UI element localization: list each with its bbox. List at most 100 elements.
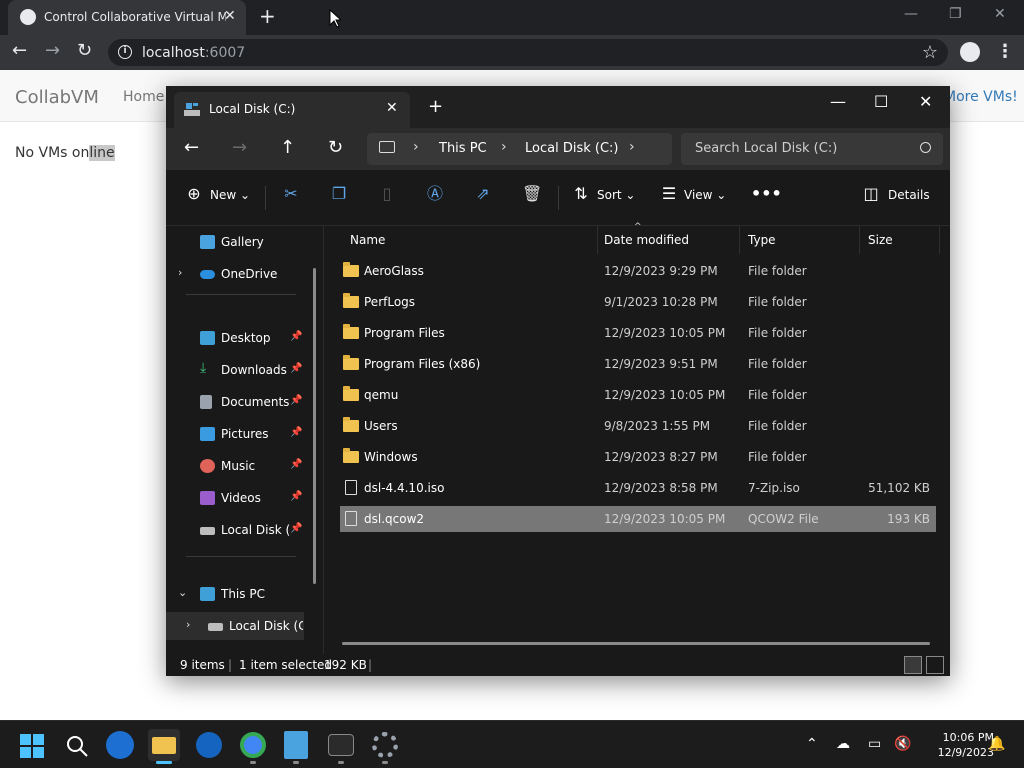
- search-icon[interactable]: [65, 734, 89, 758]
- sidebar-item-pictures[interactable]: Pictures 📌: [166, 420, 316, 448]
- reload-icon[interactable]: ↻: [77, 41, 92, 61]
- sidebar-item-this-pc[interactable]: ⌄ This PC: [166, 580, 316, 608]
- close-window-button[interactable]: ✕: [994, 6, 1006, 22]
- taskbar-clock[interactable]: 10:06 PM 12/9/2023: [916, 730, 994, 760]
- terminal-icon[interactable]: [328, 734, 354, 756]
- share-icon[interactable]: ⇗: [474, 185, 492, 203]
- paste-icon[interactable]: ▯: [378, 185, 396, 203]
- profile-icon[interactable]: [960, 42, 980, 62]
- close-button[interactable]: ✕: [919, 92, 932, 111]
- horizontal-scrollbar[interactable]: [342, 642, 930, 645]
- search-input[interactable]: Search Local Disk (C:): [681, 133, 943, 165]
- details-view-icon[interactable]: [904, 656, 922, 674]
- edge-beta-icon[interactable]: [106, 731, 134, 759]
- sidebar-item-desktop[interactable]: Desktop 📌: [166, 324, 316, 352]
- forward-arrow-icon[interactable]: →: [232, 138, 247, 158]
- sidebar-item-onedrive[interactable]: › OneDrive: [166, 260, 316, 288]
- file-row-selected[interactable]: dsl.qcow2 12/9/2023 10:05 PM QCOW2 File …: [340, 506, 936, 532]
- settings-gear-icon[interactable]: [372, 732, 398, 758]
- column-header-name[interactable]: Name: [342, 226, 598, 254]
- minimize-button[interactable]: —: [830, 92, 846, 111]
- volume-muted-icon[interactable]: 🔇: [894, 736, 911, 752]
- sidebar-item-gallery[interactable]: Gallery: [166, 228, 316, 256]
- sidebar-item-videos[interactable]: Videos 📌: [166, 484, 316, 512]
- close-tab-icon[interactable]: ✕: [224, 8, 236, 24]
- nav-more-vms-link[interactable]: More VMs!: [944, 89, 1018, 105]
- file-row[interactable]: qemu 12/9/2023 10:05 PM File folder: [340, 382, 936, 408]
- file-row[interactable]: Program Files 12/9/2023 10:05 PM File fo…: [340, 320, 936, 346]
- chrome-icon[interactable]: [240, 732, 266, 758]
- column-header-type[interactable]: Type: [740, 226, 860, 254]
- sidebar-item-local-disk-pinned[interactable]: Local Disk (C 📌: [166, 516, 316, 544]
- view-button[interactable]: View ⌄: [684, 188, 726, 202]
- sidebar-item-music[interactable]: Music 📌: [166, 452, 316, 480]
- site-brand[interactable]: CollabVM: [15, 87, 99, 108]
- column-header-size[interactable]: Size: [860, 226, 940, 254]
- onedrive-offline-icon[interactable]: ☁: [836, 736, 850, 752]
- chevron-right-icon[interactable]: ›: [501, 139, 507, 155]
- rename-icon[interactable]: Ⓐ: [426, 185, 444, 203]
- browser-tab[interactable]: Control Collaborative Virtual Ma ✕: [8, 0, 246, 35]
- explorer-tab[interactable]: Local Disk (C:) ✕: [174, 92, 410, 128]
- refresh-icon[interactable]: ↻: [328, 138, 343, 158]
- running-app-indicator: [382, 761, 388, 764]
- new-tab-button[interactable]: +: [259, 6, 276, 26]
- sidebar-item-documents[interactable]: Documents 📌: [166, 388, 316, 416]
- sort-icon[interactable]: ⇅: [572, 185, 590, 203]
- bookmark-star-icon[interactable]: ☆: [922, 42, 938, 63]
- breadcrumb-this-pc[interactable]: This PC: [439, 141, 487, 156]
- tiles-view-icon[interactable]: [926, 656, 944, 674]
- sort-button[interactable]: Sort ⌄: [597, 188, 635, 202]
- sidebar-item-downloads[interactable]: ⤓ Downloads 📌: [166, 356, 316, 384]
- sidebar-divider: [186, 294, 296, 295]
- copy-icon[interactable]: ❐: [330, 185, 348, 203]
- file-row[interactable]: Windows 12/9/2023 8:27 PM File folder: [340, 444, 936, 470]
- details-button[interactable]: Details: [888, 188, 930, 202]
- file-row[interactable]: Users 9/8/2023 1:55 PM File folder: [340, 413, 936, 439]
- minimize-window-button[interactable]: —: [904, 6, 918, 22]
- details-pane-icon[interactable]: ◫: [862, 185, 880, 203]
- back-arrow-icon[interactable]: ←: [184, 138, 199, 158]
- file-row[interactable]: Program Files (x86) 12/9/2023 9:51 PM Fi…: [340, 351, 936, 377]
- address-bar[interactable]: i localhost:6007 ☆: [108, 39, 948, 66]
- sidebar-item-local-disk[interactable]: › Local Disk (C:): [166, 612, 304, 640]
- view-icon[interactable]: ☰: [660, 185, 678, 203]
- forward-arrow-icon[interactable]: →: [45, 41, 60, 61]
- new-tab-button[interactable]: +: [428, 98, 443, 116]
- delete-icon[interactable]: 🗑: [522, 185, 542, 203]
- back-arrow-icon[interactable]: ←: [12, 41, 27, 61]
- new-button[interactable]: New ⌄: [210, 188, 250, 202]
- firefox-icon[interactable]: [196, 732, 222, 758]
- column-header-date[interactable]: Date modified: [596, 226, 740, 254]
- nav-home-link[interactable]: Home: [123, 89, 164, 105]
- notification-bell-icon[interactable]: 🔔: [988, 736, 1005, 752]
- browser-menu-icon[interactable]: ⋮: [996, 41, 1014, 62]
- notepad-icon[interactable]: [284, 731, 308, 759]
- explorer-address-bar[interactable]: › This PC › Local Disk (C:) ›: [367, 133, 672, 165]
- up-arrow-icon[interactable]: ↑: [280, 138, 295, 158]
- active-app-indicator: [156, 761, 172, 764]
- chevron-right-icon[interactable]: ›: [413, 139, 419, 155]
- file-explorer-taskbar-icon[interactable]: [148, 729, 180, 761]
- windows-start-icon[interactable]: [20, 734, 44, 758]
- restore-window-button[interactable]: ❐: [949, 6, 962, 22]
- new-plus-icon[interactable]: ⊕: [185, 185, 203, 203]
- chevron-up-icon[interactable]: ⌃: [806, 736, 818, 752]
- breadcrumb-local-disk[interactable]: Local Disk (C:): [525, 141, 618, 156]
- chevron-right-icon[interactable]: ›: [629, 139, 635, 155]
- file-row[interactable]: AeroGlass 12/9/2023 9:29 PM File folder: [340, 258, 936, 284]
- chevron-right-icon[interactable]: ›: [178, 266, 182, 279]
- info-icon[interactable]: i: [118, 45, 132, 59]
- maximize-button[interactable]: ☐: [874, 92, 888, 111]
- cut-icon[interactable]: ✂: [282, 185, 300, 203]
- chevron-down-icon[interactable]: ⌄: [178, 586, 187, 599]
- file-row[interactable]: PerfLogs 9/1/2023 10:28 PM File folder: [340, 289, 936, 315]
- network-icon[interactable]: ▭: [868, 736, 881, 752]
- file-row[interactable]: dsl-4.4.10.iso 12/9/2023 8:58 PM 7-Zip.i…: [340, 475, 936, 501]
- more-options-icon[interactable]: •••: [751, 185, 782, 203]
- globe-icon: [20, 9, 36, 25]
- chevron-right-icon[interactable]: ›: [186, 618, 190, 631]
- sidebar-scrollbar[interactable]: [313, 268, 316, 584]
- clock-date: 12/9/2023: [937, 746, 994, 759]
- close-tab-icon[interactable]: ✕: [386, 100, 398, 116]
